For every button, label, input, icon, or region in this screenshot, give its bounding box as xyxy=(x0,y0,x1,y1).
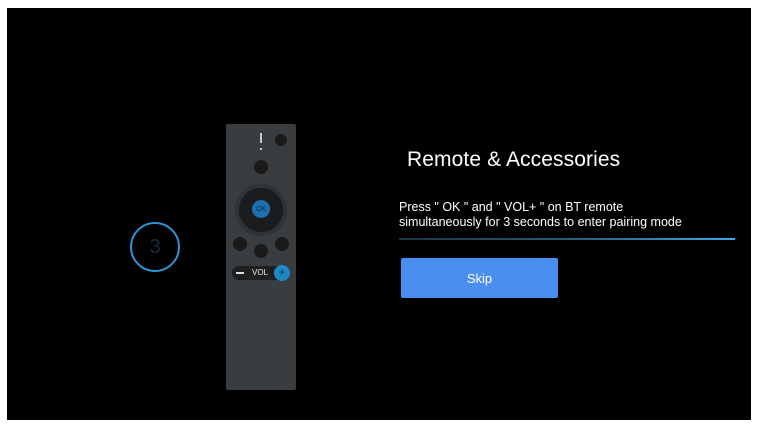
skip-button[interactable]: Skip xyxy=(401,258,558,298)
pairing-instructions: Press " OK " and " VOL+ " on BT remote s… xyxy=(399,200,744,230)
mic-indicator xyxy=(260,148,262,150)
countdown-value: 3 xyxy=(149,235,161,258)
volume-minus-icon xyxy=(236,272,244,274)
microphone-icon xyxy=(260,133,262,143)
home-button-icon xyxy=(254,244,268,258)
volume-plus-icon: + xyxy=(274,265,290,281)
power-button-icon xyxy=(275,134,287,146)
ok-button-icon: OK xyxy=(252,200,270,218)
volume-label: VOL xyxy=(252,268,269,277)
page-title: Remote & Accessories xyxy=(407,148,621,171)
menu-button-icon xyxy=(275,237,289,251)
voice-button-icon xyxy=(254,160,268,174)
countdown-circle: 3 xyxy=(130,222,180,272)
instruction-line-2: simultaneously for 3 seconds to enter pa… xyxy=(399,215,682,229)
pairing-progress-bar xyxy=(399,238,735,240)
volume-rocker: VOL + xyxy=(232,265,290,281)
instruction-line-1: Press " OK " and " VOL+ " on BT remote xyxy=(399,200,624,214)
back-button-icon xyxy=(233,237,247,251)
remote-illustration: OK VOL + xyxy=(226,124,296,390)
ok-label: OK xyxy=(255,205,267,213)
